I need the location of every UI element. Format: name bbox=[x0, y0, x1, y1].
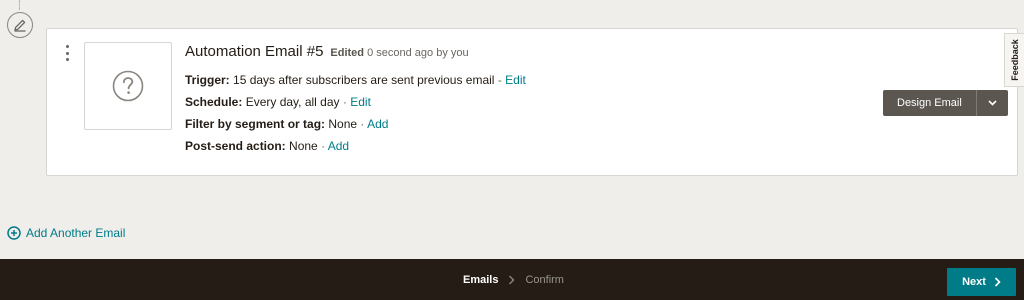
email-card: Automation Email #5 Edited 0 second ago … bbox=[46, 28, 1018, 176]
email-details: Automation Email #5 Edited 0 second ago … bbox=[185, 43, 526, 157]
timeline-connector bbox=[19, 0, 20, 10]
add-post-send-link[interactable]: Add bbox=[328, 139, 349, 153]
design-email-dropdown[interactable] bbox=[977, 90, 1008, 116]
edit-trigger-link[interactable]: Edit bbox=[505, 73, 526, 87]
edit-schedule-link[interactable]: Edit bbox=[350, 95, 371, 109]
add-filter-link[interactable]: Add bbox=[367, 117, 388, 131]
question-mark-icon bbox=[112, 70, 144, 102]
chevron-right-icon bbox=[994, 277, 1001, 287]
next-button[interactable]: Next bbox=[947, 268, 1016, 296]
post-send-row: Post-send action: None · Add bbox=[185, 139, 350, 153]
pencil-icon bbox=[14, 19, 26, 32]
add-another-email-label: Add Another Email bbox=[26, 226, 126, 240]
filter-row: Filter by segment or tag: None · Add bbox=[185, 117, 389, 131]
plus-circle-icon bbox=[7, 226, 21, 240]
step-emails[interactable]: Emails bbox=[463, 274, 498, 286]
step-confirm[interactable]: Confirm bbox=[525, 274, 564, 286]
email-title: Automation Email #5 bbox=[185, 43, 324, 60]
add-another-email-button[interactable]: Add Another Email bbox=[7, 226, 125, 240]
edited-status: Edited 0 second ago by you bbox=[330, 47, 469, 59]
automation-page: Automation Email #5 Edited 0 second ago … bbox=[0, 0, 1024, 300]
chevron-down-icon bbox=[988, 100, 997, 106]
next-button-label: Next bbox=[962, 276, 986, 288]
kebab-menu-icon[interactable] bbox=[61, 43, 73, 63]
footer-bar: Emails Confirm bbox=[0, 259, 1024, 300]
step-breadcrumb: Emails Confirm bbox=[463, 259, 564, 300]
feedback-tab[interactable]: Feedback bbox=[1004, 33, 1024, 87]
chevron-right-icon bbox=[509, 275, 515, 284]
design-email-button[interactable]: Design Email bbox=[883, 90, 977, 116]
trigger-row: Trigger: 15 days after subscribers are s… bbox=[185, 73, 526, 87]
schedule-row: Schedule: Every day, all day · Edit bbox=[185, 95, 371, 109]
edit-step-button[interactable] bbox=[7, 12, 33, 38]
email-thumbnail[interactable] bbox=[84, 42, 172, 130]
design-email-split-button: Design Email bbox=[883, 90, 1008, 116]
